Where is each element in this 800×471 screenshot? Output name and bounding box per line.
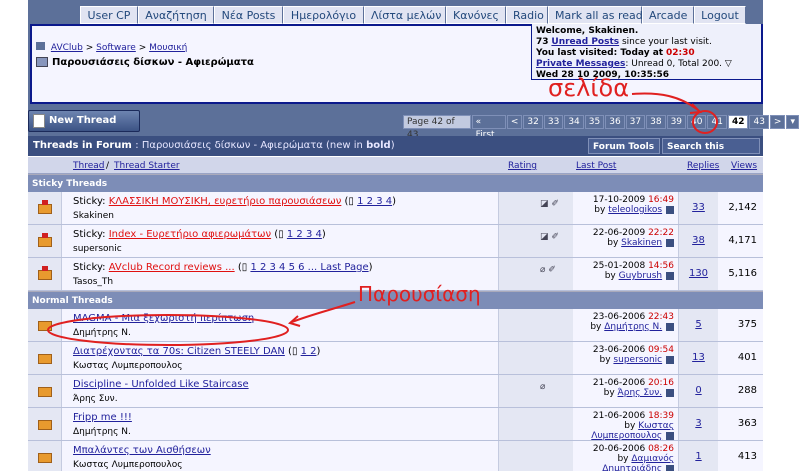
- annotation-arrow-to-page: [631, 92, 699, 111]
- annotation-arrow-to-thread: [291, 301, 356, 323]
- annotation-circle-current-page: [692, 110, 718, 134]
- annotation-circle-thread: [47, 314, 289, 346]
- annotation-overlay: [47, 92, 718, 346]
